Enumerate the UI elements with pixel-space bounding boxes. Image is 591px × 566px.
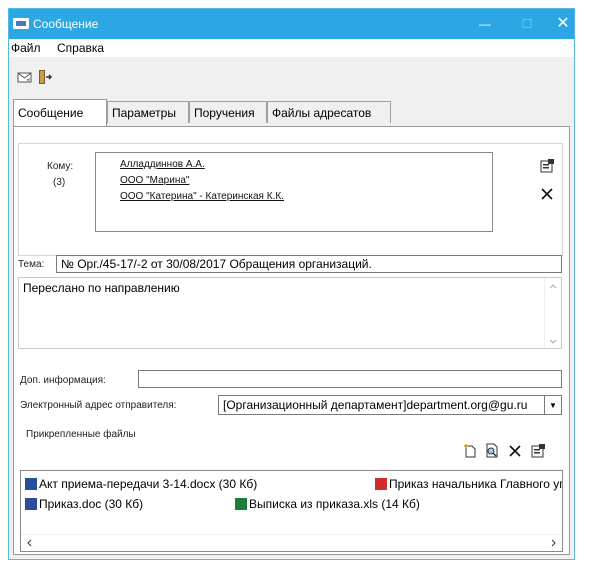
menu-help[interactable]: Справка bbox=[57, 41, 104, 55]
recipient-link[interactable]: ООО "Марина" bbox=[120, 175, 189, 186]
recipients-list: Алладдиннов А.А. ООО "Марина" ООО "Катер… bbox=[95, 152, 493, 232]
close-window-button[interactable]: ✕ bbox=[549, 13, 577, 35]
attachments-scrollbar[interactable] bbox=[21, 534, 562, 551]
recipients-count: (3) bbox=[53, 177, 66, 188]
subject-label: Тема: bbox=[18, 259, 45, 270]
window-title: Сообщение bbox=[33, 17, 99, 31]
tab-recipient-files[interactable]: Файлы адресатов bbox=[267, 101, 391, 123]
sender-email-value: [Организационный департамент]department.… bbox=[223, 398, 528, 412]
tab-assignments[interactable]: Поручения bbox=[189, 101, 267, 123]
subject-field[interactable]: № Орг./45-17/-2 от 30/08/2017 Обращения … bbox=[56, 255, 562, 273]
recipient-link[interactable]: Алладдиннов А.А. bbox=[120, 159, 205, 170]
send-icon[interactable] bbox=[17, 69, 33, 85]
delete-recipient-icon[interactable] bbox=[539, 186, 555, 202]
word-file-icon bbox=[25, 478, 37, 490]
tab-parameters[interactable]: Параметры bbox=[107, 101, 189, 123]
title-bar[interactable]: Сообщение — ☐ ✕ bbox=[9, 9, 574, 39]
sender-email-label: Электронный адрес отправителя: bbox=[20, 400, 177, 411]
attachments-label: Прикрепленные файлы bbox=[26, 429, 136, 440]
tab-strip: Сообщение Параметры Поручения Файлы адре… bbox=[13, 99, 570, 127]
pdf-file-icon bbox=[375, 478, 387, 490]
word-file-icon bbox=[25, 498, 37, 510]
recipient-link[interactable]: ООО "Катерина" - Катеринская К.К. bbox=[120, 191, 284, 202]
toolbar bbox=[9, 57, 574, 97]
message-body-text: Переслано по направлению bbox=[23, 281, 180, 295]
recipients-label: Кому: bbox=[47, 161, 74, 172]
attachments-list: Акт приема-передачи 3-14.docx (30 Кб) Пр… bbox=[20, 470, 563, 552]
add-file-icon[interactable] bbox=[462, 443, 478, 459]
exit-icon[interactable] bbox=[37, 69, 53, 85]
menu-bar: Файл Справка bbox=[9, 39, 574, 57]
attachment-item[interactable]: Акт приема-передачи 3-14.docx (30 Кб) bbox=[25, 477, 257, 491]
attachment-item[interactable]: Приказ.doc (30 Кб) bbox=[25, 497, 143, 511]
sender-email-select[interactable]: [Организационный департамент]department.… bbox=[218, 395, 562, 415]
delete-file-icon[interactable] bbox=[507, 443, 523, 459]
envelope-icon bbox=[13, 18, 29, 29]
extra-info-field[interactable] bbox=[138, 370, 562, 388]
address-book-icon[interactable] bbox=[539, 158, 555, 174]
minimize-button[interactable]: — bbox=[471, 13, 499, 35]
file-properties-icon[interactable] bbox=[530, 443, 546, 459]
preview-file-icon[interactable] bbox=[484, 443, 500, 459]
attachment-item[interactable]: Выписка из приказа.xls (14 Кб) bbox=[235, 497, 420, 511]
attachment-item[interactable]: Приказ начальника Главного управления (2… bbox=[375, 477, 562, 491]
message-tab-page: Кому: (3) Алладдиннов А.А. ООО "Марина" … bbox=[13, 126, 570, 555]
body-scrollbar[interactable] bbox=[544, 278, 561, 348]
recipients-group: Кому: (3) Алладдиннов А.А. ООО "Марина" … bbox=[18, 143, 563, 256]
message-body-field[interactable]: Переслано по направлению bbox=[18, 277, 562, 349]
extra-info-label: Доп. информация: bbox=[20, 375, 106, 386]
tab-message[interactable]: Сообщение bbox=[13, 99, 107, 126]
maximize-button[interactable]: ☐ bbox=[513, 13, 541, 35]
excel-file-icon bbox=[235, 498, 247, 510]
message-window: Сообщение — ☐ ✕ Файл Справка Сообщение П… bbox=[8, 8, 575, 560]
menu-file[interactable]: Файл bbox=[11, 41, 41, 55]
dropdown-arrow-icon[interactable]: ▼ bbox=[544, 396, 561, 414]
